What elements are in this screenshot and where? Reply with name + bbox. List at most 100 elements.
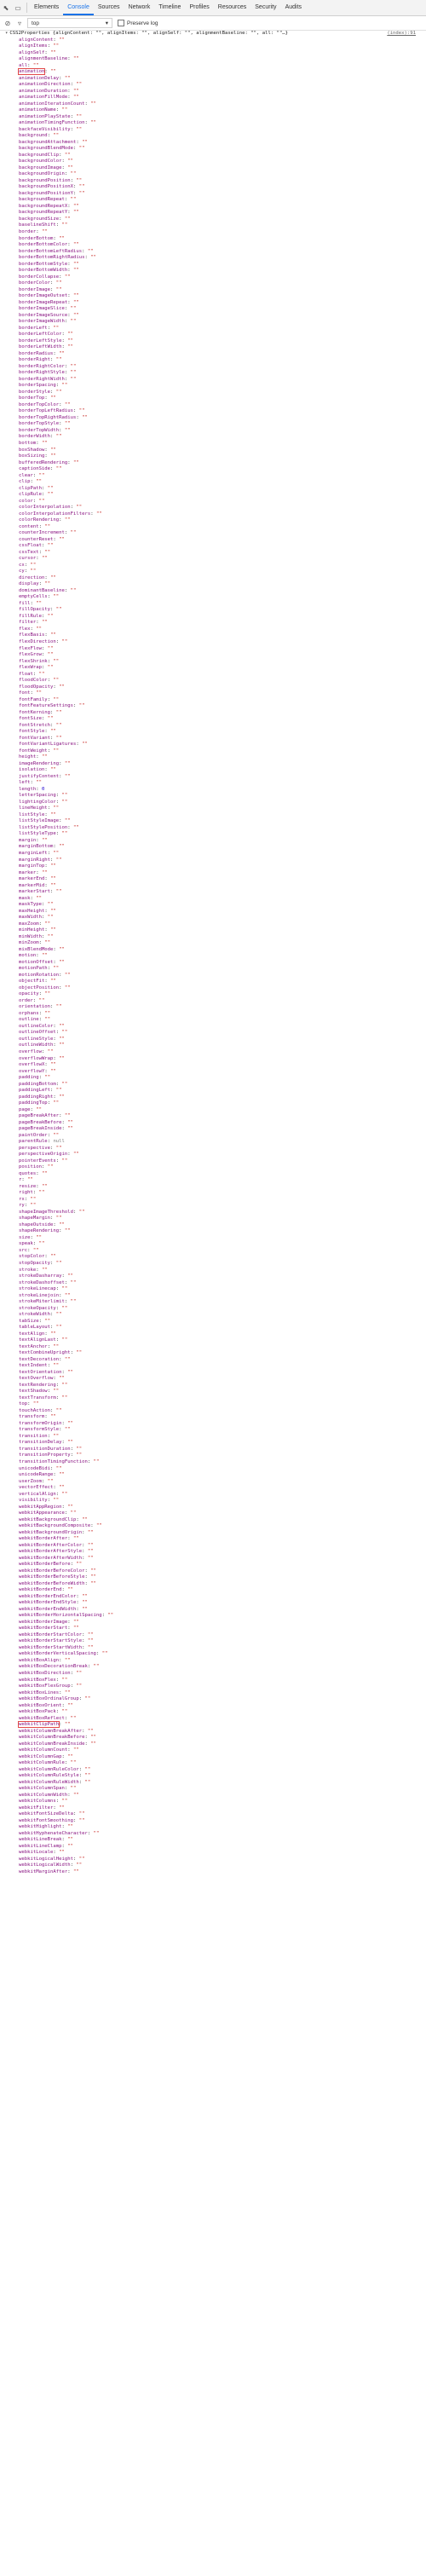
- tab-sources[interactable]: Sources: [94, 0, 124, 15]
- tab-audits[interactable]: Audits: [281, 0, 306, 15]
- property-row: imageRendering: "": [19, 760, 71, 766]
- tab-profiles[interactable]: Profiles: [185, 0, 213, 15]
- property-key: backfaceVisibility: [19, 126, 71, 132]
- property-key: outline: [19, 1017, 39, 1023]
- property-row: webkitBoxDecorationBreak: "": [19, 1664, 100, 1670]
- property-key: ry: [19, 1203, 25, 1209]
- property-row: textAnchor: "": [19, 1343, 60, 1349]
- property-row: webkitBorderAfter: "": [19, 1536, 79, 1542]
- property-row: animationPlayState: "": [19, 113, 83, 119]
- property-row: strokeOpacity: "": [19, 1305, 68, 1311]
- property-row: motionPath: "": [19, 966, 60, 972]
- property-key: fontFamily: [19, 696, 48, 702]
- property-value: "": [50, 396, 56, 401]
- property-row: borderBottomRightRadius: "": [19, 255, 96, 261]
- property-value: "": [47, 485, 54, 491]
- tab-console[interactable]: Console: [63, 0, 94, 15]
- device-icon[interactable]: ▭: [12, 0, 24, 15]
- property-value: "": [61, 1081, 68, 1087]
- property-value: "": [90, 1574, 96, 1580]
- property-key: maxZoom: [19, 921, 39, 927]
- property-value: "": [67, 1126, 74, 1132]
- cursor-icon[interactable]: ⬉: [0, 0, 12, 15]
- property-row: minZoom: "": [19, 940, 51, 946]
- property-value: "": [55, 1407, 62, 1413]
- property-row: strokeLinejoin: "": [19, 1292, 71, 1298]
- property-row: left: "": [19, 780, 42, 786]
- property-key: speak: [19, 1241, 33, 1247]
- property-row: baselineShift: "": [19, 222, 68, 228]
- property-value: "": [59, 235, 65, 241]
- property-row: webkitLogicalHeight: "": [19, 1856, 85, 1862]
- property-value: "": [76, 1863, 83, 1868]
- property-key: outlineWidth: [19, 1043, 54, 1048]
- property-key: motionPath: [19, 966, 48, 972]
- property-row: webkitBoxAlign: "": [19, 1657, 71, 1663]
- property-key: quotes: [19, 1170, 37, 1176]
- preserve-log-checkbox[interactable]: Preserve log: [118, 20, 158, 26]
- property-key: listStyleType: [19, 831, 56, 837]
- property-key: length: [19, 786, 37, 792]
- property-key: parentRule: [19, 1139, 48, 1145]
- source-link[interactable]: (index):91: [387, 31, 416, 38]
- property-key: src: [19, 1247, 28, 1253]
- property-value: "": [64, 972, 71, 978]
- property-key: textDecoration: [19, 1356, 60, 1362]
- context-select[interactable]: top ▾: [27, 18, 112, 28]
- property-key: motion: [19, 953, 37, 959]
- property-key: right: [19, 1190, 33, 1196]
- property-value: "": [87, 1555, 94, 1561]
- property-value: "": [64, 818, 71, 824]
- property-key: borderBottomRightRadius: [19, 255, 85, 261]
- property-value: "": [76, 1562, 83, 1568]
- property-value: "": [101, 1651, 108, 1657]
- property-value: "": [64, 760, 71, 766]
- property-value: "": [47, 652, 54, 658]
- filter-icon[interactable]: ▿: [14, 20, 26, 27]
- property-row: textShadow: "": [19, 1389, 60, 1395]
- property-key: listStylePosition: [19, 824, 68, 830]
- property-value: "": [53, 1100, 60, 1106]
- property-row: cssFloat: "": [19, 543, 54, 549]
- property-row: src: "": [19, 1247, 39, 1253]
- property-key: direction: [19, 575, 45, 580]
- property-key: motionOffset: [19, 959, 54, 965]
- property-row: marginBottom: "": [19, 844, 65, 850]
- property-key: transformStyle: [19, 1427, 60, 1433]
- property-row: webkitBackgroundOrigin: "": [19, 1529, 94, 1535]
- property-row: borderBottomWidth: "": [19, 268, 79, 274]
- property-row: pointerEvents: "": [19, 1158, 68, 1164]
- property-key: webkitBorderHorizontalSpacing: [19, 1613, 102, 1619]
- property-key: shapeOutside: [19, 1222, 54, 1227]
- property-row: page: "": [19, 1106, 42, 1112]
- tab-timeline[interactable]: Timeline: [154, 0, 185, 15]
- property-key: float: [19, 671, 33, 677]
- property-row: webkitBorderAfterStyle: "": [19, 1549, 94, 1555]
- console-message-header[interactable]: ▾ CSS2Properties {alignContent: "", align…: [5, 31, 426, 38]
- property-row: webkitColumns: "": [19, 1799, 68, 1805]
- property-key: outlineStyle: [19, 1036, 54, 1042]
- tabbar-divider: [26, 3, 27, 13]
- property-row: colorRendering: "": [19, 517, 71, 523]
- property-row: dominantBaseline: "": [19, 587, 77, 593]
- tab-network[interactable]: Network: [124, 0, 155, 15]
- tab-elements[interactable]: Elements: [30, 0, 63, 15]
- property-row: webkitBorderVerticalSpacing: "": [19, 1651, 108, 1657]
- property-value: "": [73, 1152, 79, 1158]
- tab-resources[interactable]: Resources: [214, 0, 250, 15]
- property-row: markerStart: "": [19, 889, 62, 895]
- property-value: "": [82, 1606, 88, 1612]
- clear-console-icon[interactable]: ⊘: [2, 20, 14, 27]
- property-row: orphans: "": [19, 1010, 51, 1016]
- expand-triangle-icon[interactable]: ▾: [5, 31, 8, 36]
- tab-security[interactable]: Security: [250, 0, 280, 15]
- property-key: webkitBorderAfterWidth: [19, 1555, 83, 1561]
- property-value: "": [53, 1498, 60, 1504]
- property-value: "": [84, 1773, 91, 1779]
- property-key: webkitLineClamp: [19, 1843, 62, 1849]
- property-row: borderImageSource: "": [19, 312, 79, 318]
- property-key: vectorEffect: [19, 1485, 54, 1491]
- property-key: opacity: [19, 991, 39, 997]
- property-key: stopOpacity: [19, 1261, 51, 1266]
- property-row: parentRule: null: [19, 1139, 65, 1145]
